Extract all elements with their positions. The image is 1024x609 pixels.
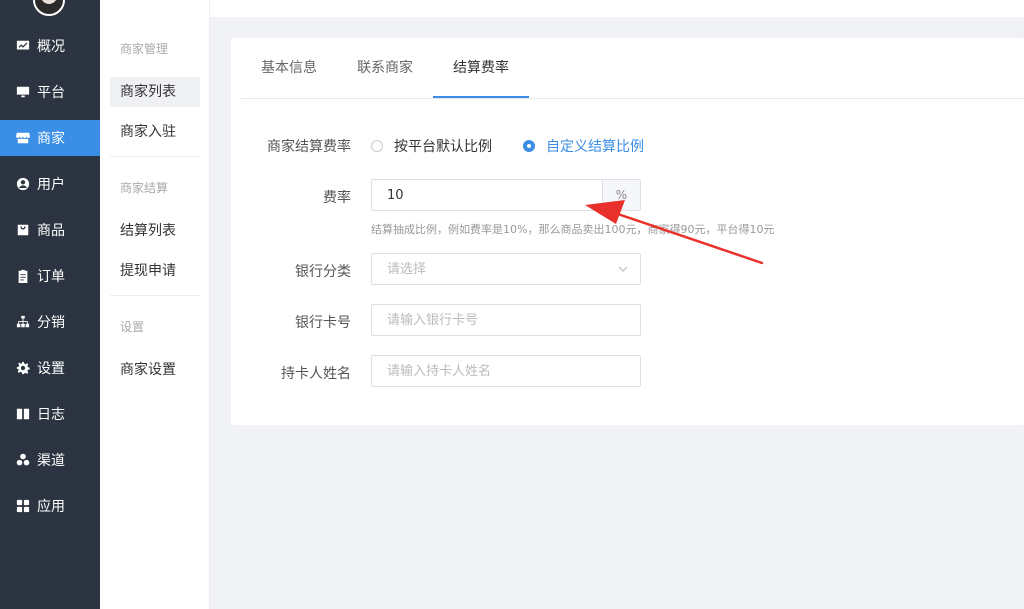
- divider: [110, 295, 200, 296]
- user-icon: [15, 176, 31, 192]
- nav-label: 商品: [37, 223, 65, 239]
- nav-item-products[interactable]: 商品: [0, 212, 100, 248]
- sub-item-merchant-list[interactable]: 商家列表: [110, 77, 200, 107]
- rate-mode-label: 商家结算费率: [267, 139, 351, 155]
- nav-label: 概况: [37, 39, 65, 55]
- nav-item-overview[interactable]: 概况: [0, 28, 100, 64]
- sub-group-merchant-settlement: 商家结算: [120, 181, 169, 195]
- nav-label: 渠道: [37, 453, 65, 469]
- bank-card-input[interactable]: [372, 305, 640, 335]
- cubes-icon: [15, 452, 31, 468]
- nav-item-platform[interactable]: 平台: [0, 74, 100, 110]
- card-holder-input[interactable]: [372, 356, 640, 386]
- radio-custom-ratio[interactable]: 自定义结算比例: [523, 136, 644, 156]
- percent-addon: %: [602, 180, 640, 210]
- sub-item-merchant-settings[interactable]: 商家设置: [110, 355, 200, 385]
- card-holder-input-box: [371, 355, 641, 387]
- nav-item-channels[interactable]: 渠道: [0, 442, 100, 478]
- gear-icon: [15, 360, 31, 376]
- divider: [110, 156, 200, 157]
- nav-label: 用户: [37, 177, 65, 193]
- grid-icon: [15, 498, 31, 514]
- nav-label: 分销: [37, 315, 65, 331]
- nav-label: 平台: [37, 85, 65, 101]
- radio-circle: [523, 140, 535, 152]
- nav-label: 商家: [37, 131, 65, 147]
- bag-icon: [15, 222, 31, 238]
- store-icon: [15, 130, 31, 146]
- clipboard-icon: [15, 268, 31, 284]
- rate-input[interactable]: [372, 180, 640, 210]
- settlement-form-card: 基本信息 联系商家 结算费率 商家结算费率 按平台默认比例 自定义结算比例 费率…: [231, 38, 1024, 425]
- tab-contact-merchant[interactable]: 联系商家: [349, 38, 421, 98]
- nav-item-apps[interactable]: 应用: [0, 488, 100, 524]
- nav-item-logs[interactable]: 日志: [0, 396, 100, 432]
- rate-input-group: %: [371, 179, 641, 211]
- radio-circle: [371, 140, 383, 152]
- bank-card-input-box: [371, 304, 641, 336]
- tab-basic-info[interactable]: 基本信息: [253, 38, 325, 98]
- sub-item-settlement-list[interactable]: 结算列表: [110, 216, 200, 246]
- nav-label: 订单: [37, 269, 65, 285]
- radio-label: 自定义结算比例: [546, 139, 644, 155]
- nav-item-orders[interactable]: 订单: [0, 258, 100, 294]
- radio-platform-default[interactable]: 按平台默认比例: [371, 136, 492, 156]
- nav-item-merchant[interactable]: 商家: [0, 120, 100, 156]
- sub-group-settings: 设置: [120, 320, 145, 334]
- nav-item-settings[interactable]: 设置: [0, 350, 100, 386]
- tab-settlement-rate[interactable]: 结算费率: [433, 38, 529, 98]
- bank-category-label: 银行分类: [295, 264, 351, 280]
- card-holder-label: 持卡人姓名: [281, 366, 351, 382]
- nav-item-distribution[interactable]: 分销: [0, 304, 100, 340]
- chevron-down-icon: [618, 266, 628, 272]
- rate-hint: 结算抽成比例，例如费率是10%，那么商品卖出100元，商家得90元，平台得10元: [371, 223, 775, 236]
- nav-label: 日志: [37, 407, 65, 423]
- sub-group-merchant-management: 商家管理: [120, 42, 169, 56]
- sub-item-merchant-join[interactable]: 商家入驻: [110, 117, 200, 147]
- main-sidebar: 概况 平台 商家 用户 商品 订单 分销 设置 日志 渠道 应用: [0, 0, 100, 609]
- nav-label: 设置: [37, 361, 65, 377]
- sub-item-withdraw-request[interactable]: 提现申请: [110, 256, 200, 286]
- bank-category-select[interactable]: [371, 253, 641, 285]
- sitemap-icon: [15, 314, 31, 330]
- bank-card-label: 银行卡号: [295, 315, 351, 331]
- book-icon: [15, 406, 31, 422]
- bank-category-field[interactable]: [372, 254, 640, 284]
- top-bar: [210, 0, 1024, 17]
- rate-label: 费率: [323, 190, 351, 206]
- chart-icon: [15, 38, 31, 54]
- nav-label: 应用: [37, 499, 65, 515]
- nav-item-users[interactable]: 用户: [0, 166, 100, 202]
- sub-menu: 商家管理 商家列表 商家入驻 商家结算 结算列表 提现申请 设置 商家设置: [100, 0, 210, 609]
- avatar[interactable]: [33, 0, 65, 16]
- radio-label: 按平台默认比例: [394, 139, 492, 155]
- monitor-icon: [15, 84, 31, 100]
- tab-bar: 基本信息 联系商家 结算费率: [241, 38, 1024, 99]
